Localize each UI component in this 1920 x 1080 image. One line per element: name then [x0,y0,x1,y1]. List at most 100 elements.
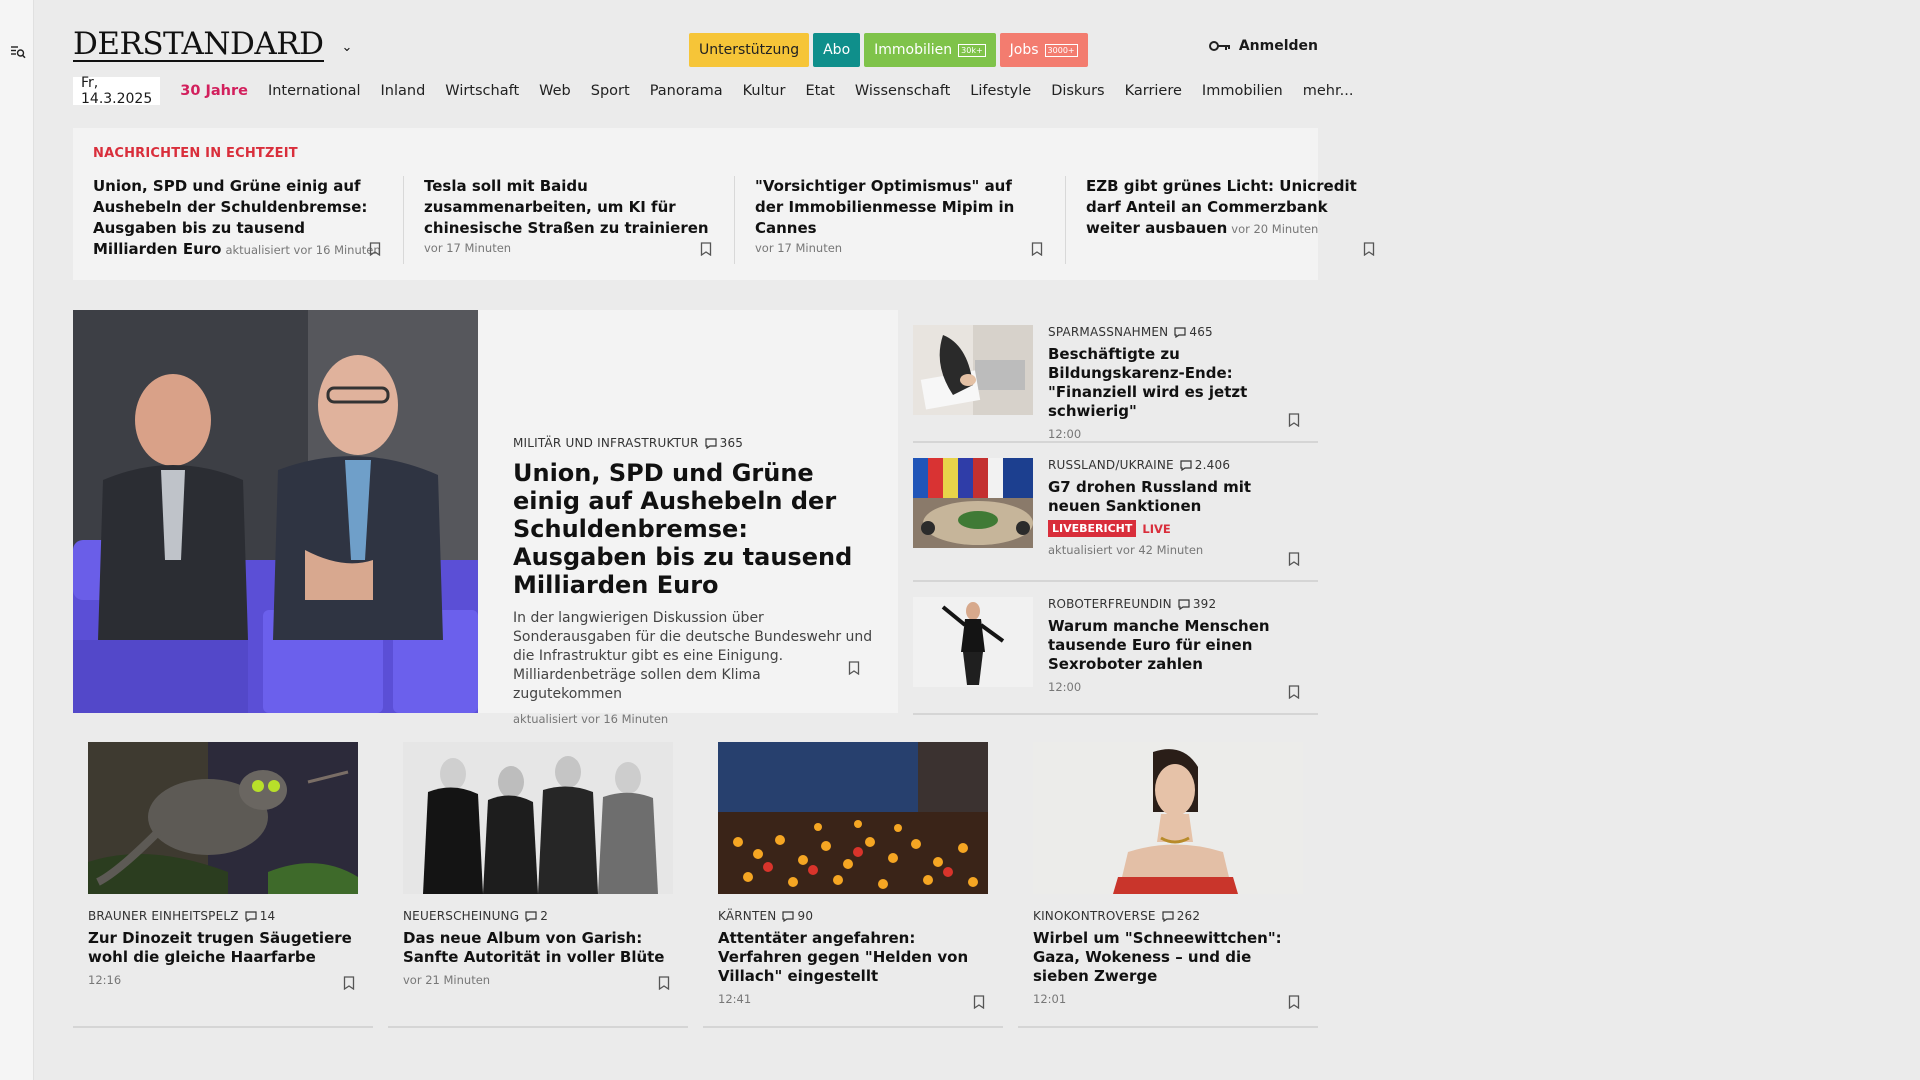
comment-icon [1174,326,1186,338]
nav-item-inland[interactable]: Inland [381,83,426,99]
bookmark-icon[interactable] [1031,242,1043,256]
realtime-time: vor 17 Minuten [424,241,512,255]
comment-count[interactable]: 465 [1174,325,1213,339]
hero-article[interactable]: MILITÄR UND INFRASTRUKTUR 365 Union, SPD… [73,310,898,726]
comment-count[interactable]: 262 [1162,909,1201,923]
realtime-time: vor 17 Minuten [755,241,843,255]
bookmark-icon[interactable] [1288,413,1300,427]
jobs-button[interactable]: Jobs 3000+ [999,33,1088,67]
article-kicker-label[interactable]: SPARMASSNAHMEN [1048,325,1168,339]
nav-item-etat[interactable]: Etat [805,83,834,99]
realtime-item[interactable]: Tesla soll mit Baidu zusammenarbeiten, u… [424,176,735,264]
bookmark-icon[interactable] [700,242,712,256]
article-card[interactable]: KÄRNTEN 90 Attentäter angefahren: Verfah… [703,740,1003,1028]
article-thumbnail[interactable] [718,742,988,894]
nav-item-karriere[interactable]: Karriere [1125,83,1182,99]
article-kicker-label[interactable]: NEUERSCHEINUNG [403,909,519,923]
bookmark-icon[interactable] [973,995,985,1009]
login-button[interactable]: Anmelden [1208,38,1318,54]
nav-item-lifestyle[interactable]: Lifestyle [970,83,1031,99]
nav-item-30-jahre[interactable]: 30 Jahre [180,83,248,99]
nav-item-wissenschaft[interactable]: Wissenschaft [855,83,950,99]
article-headline[interactable]: Attentäter angefahren: Verfahren gegen "… [718,929,988,986]
comment-count-value: 465 [1189,325,1213,339]
comment-icon [1180,459,1192,471]
comment-count-value: 90 [797,909,814,923]
bookmark-icon[interactable] [369,242,381,256]
bookmark-icon[interactable] [1363,242,1375,256]
article-card[interactable]: BRAUNER EINHEITSPELZ 14 Zur Dinozeit tru… [73,740,373,1028]
menu-search-icon[interactable] [8,42,28,62]
article-thumbnail[interactable] [1033,742,1303,894]
article-thumbnail[interactable] [913,597,1033,687]
article-kicker-label[interactable]: KÄRNTEN [718,909,776,923]
article-time: 12:16 [88,973,122,987]
article-time: 12:00 [1048,427,1082,441]
bookmark-icon[interactable] [1288,685,1300,699]
realtime-headline[interactable]: Tesla soll mit Baidu zusammenarbeiten, u… [424,177,709,237]
article-kicker-label[interactable]: BRAUNER EINHEITSPELZ [88,909,239,923]
bookmark-icon[interactable] [1288,552,1300,566]
article-thumbnail[interactable] [913,325,1033,415]
article-thumbnail[interactable] [913,458,1033,548]
article-kicker-label[interactable]: RUSSLAND/UKRAINE [1048,458,1174,472]
article-headline[interactable]: G7 drohen Russland mit neuen Sanktionen [1048,478,1308,516]
article-headline[interactable]: Das neue Album von Garish: Sanfte Autori… [403,929,673,967]
abo-button[interactable]: Abo [813,33,861,67]
nav-item-kultur[interactable]: Kultur [743,83,786,99]
article-card[interactable]: NEUERSCHEINUNG 2 Das neue Album von Gari… [388,740,688,1028]
realtime-item[interactable]: Union, SPD und Grüne einig auf Aushebeln… [93,176,404,264]
hero-teaser: In der langwierigen Diskussion über Sond… [513,610,873,702]
article-headline[interactable]: Warum manche Menschen tausende Euro für … [1048,617,1308,674]
comment-count-value: 14 [259,909,276,923]
comment-count[interactable]: 2 [525,909,548,923]
immobilien-badge: 30k+ [958,43,986,57]
nav-item-mehr[interactable]: mehr... [1303,83,1354,99]
nav-item-sport[interactable]: Sport [591,83,630,99]
article-headline[interactable]: Wirbel um "Schneewittchen": Gaza, Wokene… [1033,929,1303,986]
comment-icon [705,437,717,449]
bookmark-icon[interactable] [658,976,670,990]
nav-item-wirtschaft[interactable]: Wirtschaft [445,83,519,99]
article-kicker: KÄRNTEN 90 [718,909,988,923]
bookmark-icon[interactable] [1288,995,1300,1009]
side-article[interactable]: SPARMASSNAHMEN 465 Beschäftigte zu Bildu… [913,310,1318,443]
article-headline[interactable]: Zur Dinozeit trugen Säugetiere wohl die … [88,929,358,967]
article-card[interactable]: KINOKONTROVERSE 262 Wirbel um "Schneewit… [1018,740,1318,1028]
chevron-down-icon[interactable]: ⌄ [342,40,353,55]
realtime-headline[interactable]: "Vorsichtiger Optimismus" auf der Immobi… [755,177,1014,237]
realtime-time: vor 20 Minuten [1231,222,1319,236]
nav-item-diskurs[interactable]: Diskurs [1051,83,1104,99]
realtime-title: NACHRICHTEN IN ECHTZEIT [93,146,298,161]
site-logo[interactable]: DERSTANDARD ⌄ [73,28,352,62]
hero-image[interactable] [73,310,478,713]
nav-item-immobilien[interactable]: Immobilien [1202,83,1283,99]
immobilien-button[interactable]: Immobilien 30k+ [864,33,996,67]
side-article[interactable]: RUSSLAND/UKRAINE 2.406 G7 drohen Russlan… [913,443,1318,582]
hero-kicker-label[interactable]: MILITÄR UND INFRASTRUKTUR [513,436,699,450]
hero-text: MILITÄR UND INFRASTRUKTUR 365 Union, SPD… [513,436,873,726]
article-kicker-label[interactable]: ROBOTERFREUNDIN [1048,597,1172,611]
side-article[interactable]: ROBOTERFREUNDIN 392 Warum manche Mensche… [913,582,1318,715]
comment-count[interactable]: 14 [245,909,276,923]
hero-headline[interactable]: Union, SPD und Grüne einig auf Aushebeln… [513,459,873,599]
nav-item-panorama[interactable]: Panorama [650,83,723,99]
realtime-item[interactable]: "Vorsichtiger Optimismus" auf der Immobi… [755,176,1066,264]
article-headline[interactable]: Beschäftigte zu Bildungskarenz-Ende: "Fi… [1048,345,1308,421]
comment-count[interactable]: 392 [1178,597,1217,611]
header-pills: Unterstützung Abo Immobilien 30k+ Jobs 3… [689,33,1088,67]
article-thumbnail[interactable] [88,742,358,894]
comment-count[interactable]: 2.406 [1180,458,1230,472]
article-kicker: SPARMASSNAHMEN 465 [1048,325,1308,339]
article-kicker-label[interactable]: KINOKONTROVERSE [1033,909,1156,923]
comment-count[interactable]: 90 [782,909,813,923]
article-time: 12:01 [1033,992,1067,1006]
article-thumbnail[interactable] [403,742,673,894]
bookmark-icon[interactable] [848,661,860,675]
nav-item-international[interactable]: International [268,83,361,99]
comment-count[interactable]: 365 [705,436,744,450]
realtime-item[interactable]: EZB gibt grünes Licht: Unicredit darf An… [1086,176,1397,264]
nav-item-web[interactable]: Web [539,83,571,99]
support-button[interactable]: Unterstützung [689,33,810,67]
bookmark-icon[interactable] [343,976,355,990]
